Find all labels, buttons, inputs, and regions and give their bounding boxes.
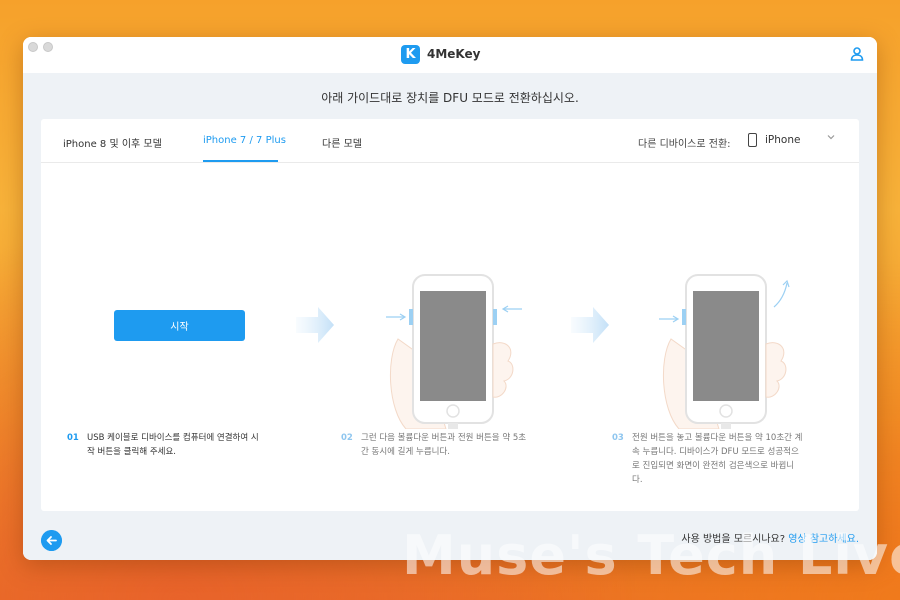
window-close-button[interactable]	[28, 42, 38, 52]
step-text-line: 간 동시에 길게 누릅니다.	[361, 447, 451, 457]
device-select[interactable]: iPhone	[765, 134, 800, 146]
step-number: 02	[341, 433, 353, 443]
phone-illustration-step3	[659, 274, 790, 429]
tab-iphone-7[interactable]: iPhone 7 / 7 Plus	[203, 135, 286, 146]
tab-iphone-8-later[interactable]: iPhone 8 및 이후 모델	[63, 135, 162, 150]
phone-icon	[748, 133, 757, 147]
app-title: 4MeKey	[427, 47, 481, 61]
step-arrow-icon	[296, 307, 334, 343]
window-minimize-button[interactable]	[43, 42, 53, 52]
device-switch-label: 다른 디바이스로 전환:	[638, 139, 731, 150]
step-text-line: 다.	[632, 475, 643, 485]
tab-other-models[interactable]: 다른 모델	[322, 135, 362, 150]
model-tabs: iPhone 8 및 이후 모델 iPhone 7 / 7 Plus 다른 모델…	[41, 119, 859, 163]
step-text: USB 케이블로 디바이스를 컴퓨터에 연결하여 시 작 버튼을 클릭해 주세요…	[87, 431, 259, 459]
app-window: K 4MeKey 아래 가이드대로 장치를 DFU 모드로 전환하십시오. iP…	[23, 37, 877, 560]
step-arrow-icon	[571, 307, 609, 343]
guide-card: iPhone 8 및 이후 모델 iPhone 7 / 7 Plus 다른 모델…	[41, 119, 859, 511]
step-text-line: USB 케이블로 디바이스를 컴퓨터에 연결하여 시	[87, 433, 259, 443]
title-bar: K 4MeKey	[23, 37, 877, 73]
page-instruction: 아래 가이드대로 장치를 DFU 모드로 전환하십시오.	[321, 91, 579, 105]
step-text-line: 작 버튼을 클릭해 주세요.	[87, 447, 177, 457]
step-number: 01	[67, 433, 79, 443]
step-text-line: 전원 버튼을 놓고 볼륨다운 버튼을 약 10초간 계	[632, 433, 803, 443]
step-text-line: 그런 다음 볼륨다운 버튼과 전원 버튼을 약 5초	[361, 433, 527, 443]
active-tab-indicator	[203, 160, 278, 162]
chevron-down-icon[interactable]	[826, 132, 836, 142]
main-content: 아래 가이드대로 장치를 DFU 모드로 전환하십시오. iPhone 8 및 …	[23, 73, 877, 560]
back-arrow-icon[interactable]	[41, 530, 62, 551]
user-icon[interactable]	[849, 46, 865, 62]
step-number: 03	[612, 433, 624, 443]
step-text: 전원 버튼을 놓고 볼륨다운 버튼을 약 10초간 계 속 누릅니다. 디바이스…	[632, 431, 803, 487]
step-text-line: 속 누릅니다. 디바이스가 DFU 모드로 성공적으	[632, 447, 799, 457]
app-logo-icon: K	[401, 45, 420, 64]
start-button[interactable]: 시작	[114, 310, 245, 341]
step-text-line: 로 진입되면 화면이 완전히 검은색으로 바뀝니	[632, 461, 795, 471]
watermark-text: Muse's Tech Live	[402, 524, 900, 587]
phone-illustration-step2	[386, 274, 522, 429]
step-text: 그런 다음 볼륨다운 버튼과 전원 버튼을 약 5초 간 동시에 길게 누릅니다…	[361, 431, 526, 459]
